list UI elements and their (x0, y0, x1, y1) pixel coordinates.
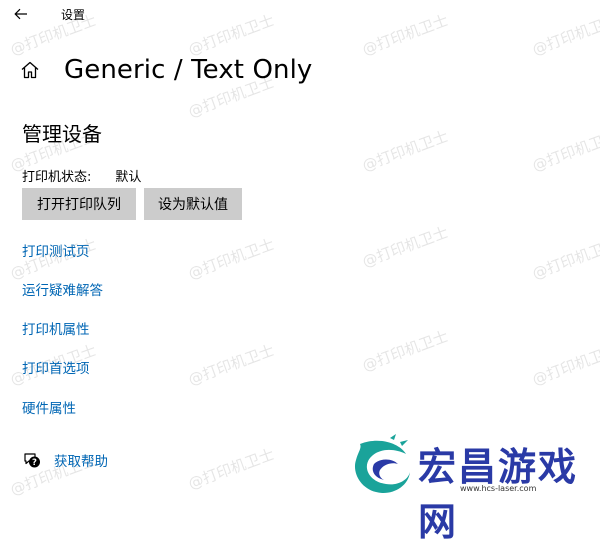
open-print-queue-button[interactable]: 打开打印队列 (22, 188, 136, 220)
printer-properties-link[interactable]: 打印机属性 (22, 318, 90, 338)
set-default-button[interactable]: 设为默认值 (144, 188, 242, 220)
print-test-page-link[interactable]: 打印测试页 (22, 240, 90, 260)
hardware-properties-link[interactable]: 硬件属性 (22, 397, 76, 417)
printing-preferences-link[interactable]: 打印首选项 (22, 357, 90, 377)
get-help-label: 获取帮助 (54, 454, 108, 470)
brand-logo: 宏昌游戏网 www.hcs-laser.com (350, 430, 600, 544)
brand-url: www.hcs-laser.com (460, 484, 537, 493)
brand-dragon-icon (354, 434, 410, 494)
printer-status: 打印机状态: 默认 (22, 166, 141, 185)
watermark-text: @打印机卫士 (185, 235, 277, 283)
watermark-text: @打印机卫士 (359, 127, 451, 175)
watermark-text: @打印机卫士 (185, 341, 277, 389)
status-value: 默认 (115, 170, 142, 185)
home-icon[interactable] (20, 58, 44, 82)
window-title: 设置 (61, 8, 86, 22)
help-chat-icon: ? (24, 453, 40, 468)
page-title: Generic / Text Only (64, 55, 313, 85)
svg-text:?: ? (32, 458, 37, 468)
title-bar: 设置 (0, 0, 600, 30)
watermark-text: @打印机卫士 (359, 223, 451, 271)
watermark-text: @打印机卫士 (529, 127, 600, 175)
back-arrow-icon (14, 8, 27, 20)
watermark-text: @打印机卫士 (185, 445, 277, 493)
watermark-text: @打印机卫士 (529, 235, 600, 283)
run-troubleshooter-link[interactable]: 运行疑难解答 (22, 279, 103, 299)
status-label: 打印机状态: (22, 170, 92, 185)
section-title: 管理设备 (22, 122, 102, 146)
back-button[interactable] (8, 2, 34, 26)
get-help-link[interactable]: ? 获取帮助 (22, 450, 108, 470)
watermark-text: @打印机卫士 (529, 341, 600, 389)
watermark-text: @打印机卫士 (359, 327, 451, 375)
page-header: Generic / Text Only (20, 50, 312, 90)
